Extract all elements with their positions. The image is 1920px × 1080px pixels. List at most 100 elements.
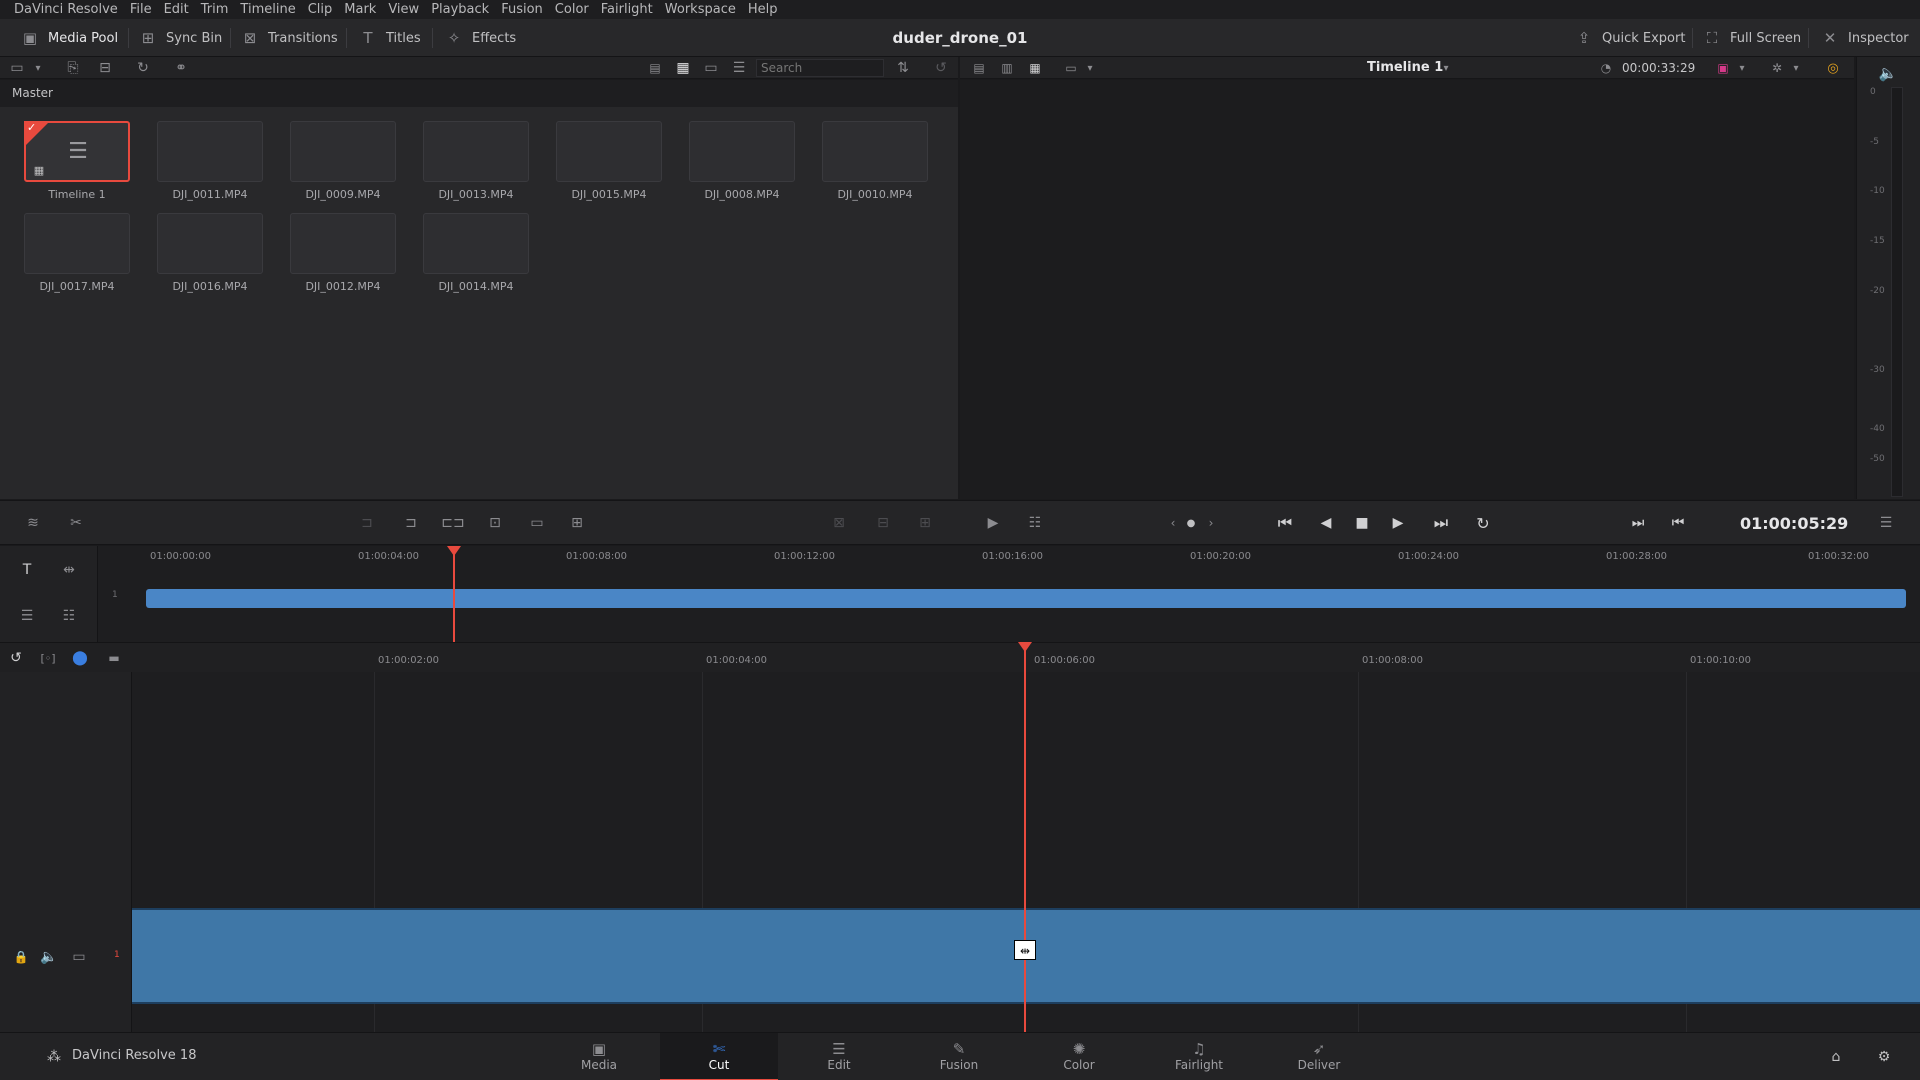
clip-thumbnail[interactable]: DJI_0009.MP4 xyxy=(290,121,396,201)
menu-trim[interactable]: Trim xyxy=(195,2,235,17)
clip-thumbnail[interactable]: DJI_0016.MP4 xyxy=(157,213,263,293)
zoom-icon[interactable]: ✲ xyxy=(1768,59,1786,77)
audio-icon[interactable]: 🔈 xyxy=(38,948,60,966)
clip-thumbnail[interactable]: DJI_0012.MP4 xyxy=(290,213,396,293)
upper-playhead-handle[interactable] xyxy=(447,546,461,556)
inspector-button[interactable]: ✕ Inspector xyxy=(1820,19,1909,57)
jog-dot-icon[interactable]: ● xyxy=(1184,513,1198,533)
quick-export-button[interactable]: ⇪ Quick Export xyxy=(1574,19,1686,57)
page-cut[interactable]: ✄ Cut xyxy=(660,1033,778,1080)
timeline-viewer-icon[interactable]: ▦ xyxy=(1026,59,1044,77)
menu-timeline[interactable]: Timeline xyxy=(234,2,301,17)
go-to-end-icon[interactable]: ⏭ xyxy=(1428,513,1454,533)
search-input[interactable] xyxy=(756,59,884,77)
sync-icon[interactable]: ↻ xyxy=(134,59,152,77)
options-menu-icon[interactable]: ☰ xyxy=(1876,513,1896,533)
track-height-icon[interactable]: ☰ xyxy=(16,606,38,626)
clip-thumbnail[interactable]: DJI_0008.MP4 xyxy=(689,121,795,201)
menu-color[interactable]: Color xyxy=(549,2,595,17)
jog-left-icon[interactable]: ‹ xyxy=(1166,513,1180,533)
page-fairlight[interactable]: ♫ Fairlight xyxy=(1140,1033,1258,1080)
menu-help[interactable]: Help xyxy=(742,2,784,17)
menu-fairlight[interactable]: Fairlight xyxy=(595,2,659,17)
menu-mark[interactable]: Mark xyxy=(338,2,382,17)
full-screen-button[interactable]: ⛶ Full Screen xyxy=(1702,19,1801,57)
page-edit[interactable]: ☰ Edit xyxy=(780,1033,898,1080)
media-pool-button[interactable]: ▣ Media Pool xyxy=(20,19,118,57)
camera-icon[interactable]: ▣ xyxy=(1714,59,1732,77)
source-tape-icon[interactable]: ▤ xyxy=(970,59,988,77)
stop-icon[interactable]: ■ xyxy=(1352,513,1372,533)
loop-icon[interactable]: ↻ xyxy=(1472,513,1494,533)
page-color[interactable]: ✺ Color xyxy=(1020,1033,1138,1080)
place-on-top-icon[interactable]: ▭ xyxy=(526,513,548,533)
menu-playback[interactable]: Playback xyxy=(425,2,495,17)
list-view-icon[interactable]: ☰ xyxy=(730,59,748,77)
menu-file[interactable]: File xyxy=(124,2,158,17)
clip-thumbnail[interactable]: DJI_0015.MP4 xyxy=(556,121,662,201)
clip-thumbnail[interactable]: DJI_0010.MP4 xyxy=(822,121,928,201)
chevron-down-icon[interactable]: ▾ xyxy=(1440,59,1452,77)
safe-area-icon[interactable]: ▭ xyxy=(1062,59,1080,77)
lower-ruler[interactable]: ↺ [◦] ⬤ ▬ 01:00:02:00 01:00:04:00 01:00:… xyxy=(0,642,1920,672)
audio-scrub-icon[interactable]: [◦] xyxy=(38,649,58,667)
fast-review-icon[interactable]: ▶ xyxy=(980,513,1006,533)
timeline-view-icon[interactable]: ▬ xyxy=(104,649,124,667)
append-icon[interactable]: ⊐ xyxy=(400,513,422,533)
strip-view-icon[interactable]: ▭ xyxy=(702,59,720,77)
jog-right-icon[interactable]: › xyxy=(1204,513,1218,533)
smart-insert-icon[interactable]: ⊐ xyxy=(356,513,378,533)
close-up-icon[interactable]: ⊡ xyxy=(484,513,506,533)
gear-icon[interactable]: ⚙ xyxy=(1874,1047,1894,1067)
color-wheel-icon[interactable]: ◎ xyxy=(1824,59,1842,77)
transition-smooth-icon[interactable]: ⊟ xyxy=(872,513,894,533)
marker-icon[interactable]: ⬤ xyxy=(72,649,88,667)
sync-bin-button[interactable]: ⊞ Sync Bin xyxy=(138,19,223,57)
chevron-down-icon[interactable]: ▾ xyxy=(1736,59,1748,77)
play-reverse-icon[interactable]: ◀ xyxy=(1316,513,1336,533)
transitions-button[interactable]: ⊠ Transitions xyxy=(240,19,338,57)
page-deliver[interactable]: ➶ Deliver xyxy=(1260,1033,1378,1080)
track-options-icon[interactable]: ☷ xyxy=(58,606,80,626)
video-track-icon[interactable]: ▭ xyxy=(68,948,90,966)
transition-dissolve-icon[interactable]: ⊠ xyxy=(828,513,850,533)
trim-tool-icon[interactable]: ⇹ xyxy=(58,560,80,580)
next-edit-icon[interactable]: ⏭ xyxy=(1628,513,1648,533)
menu-workspace[interactable]: Workspace xyxy=(659,2,742,17)
clip-thumbnail[interactable]: DJI_0014.MP4 xyxy=(423,213,529,293)
timeline-overview-clip[interactable] xyxy=(146,589,1906,608)
clip-thumbnail-timeline[interactable]: ✓ ☰ ▦ Timeline 1 xyxy=(24,121,130,201)
source-overwrite-icon[interactable]: ⊞ xyxy=(566,513,588,533)
upper-ruler[interactable]: 01:00:00:00 01:00:04:00 01:00:08:00 01:0… xyxy=(142,546,1920,564)
page-fusion[interactable]: ✎ Fusion xyxy=(900,1033,1018,1080)
import-icon[interactable]: ⎘ xyxy=(64,59,82,77)
speaker-icon[interactable]: 🔈 xyxy=(1877,63,1899,83)
text-tool-icon[interactable]: T xyxy=(16,560,38,580)
ripple-overwrite-icon[interactable]: ⊏⊐ xyxy=(440,513,466,533)
play-icon[interactable]: ▶ xyxy=(1388,513,1408,533)
home-icon[interactable]: ⌂ xyxy=(1826,1047,1846,1067)
new-bin-icon[interactable]: ⊟ xyxy=(96,59,114,77)
video-viewer[interactable] xyxy=(960,80,1854,499)
upper-playhead[interactable] xyxy=(453,552,455,642)
lower-playhead-handle[interactable] xyxy=(1018,642,1032,652)
menu-view[interactable]: View xyxy=(382,2,425,17)
refresh-icon[interactable]: ↺ xyxy=(932,59,950,77)
lock-icon[interactable]: 🔒 xyxy=(12,948,30,966)
go-to-start-icon[interactable]: ⏮ xyxy=(1272,513,1298,533)
transition-cut-icon[interactable]: ⊞ xyxy=(914,513,936,533)
metadata-view-icon[interactable]: ▤ xyxy=(646,59,664,77)
link-icon[interactable]: ⚭ xyxy=(172,59,190,77)
menu-edit[interactable]: Edit xyxy=(158,2,195,17)
clip-thumbnail[interactable]: DJI_0013.MP4 xyxy=(423,121,529,201)
page-media[interactable]: ▣ Media xyxy=(540,1033,658,1080)
previous-edit-icon[interactable]: ⏮ xyxy=(1668,513,1688,533)
chevron-down-icon[interactable]: ▾ xyxy=(1084,59,1096,77)
smart-indicator-icon[interactable]: ≋ xyxy=(20,513,46,533)
sort-icon[interactable]: ⇅ xyxy=(894,59,912,77)
clip-thumbnail[interactable]: DJI_0011.MP4 xyxy=(157,121,263,201)
current-timecode[interactable]: 01:00:05:29 xyxy=(1740,501,1848,546)
breadcrumb[interactable]: Master xyxy=(0,80,958,107)
source-clip-icon[interactable]: ▥ xyxy=(998,59,1016,77)
menu-fusion[interactable]: Fusion xyxy=(495,2,549,17)
